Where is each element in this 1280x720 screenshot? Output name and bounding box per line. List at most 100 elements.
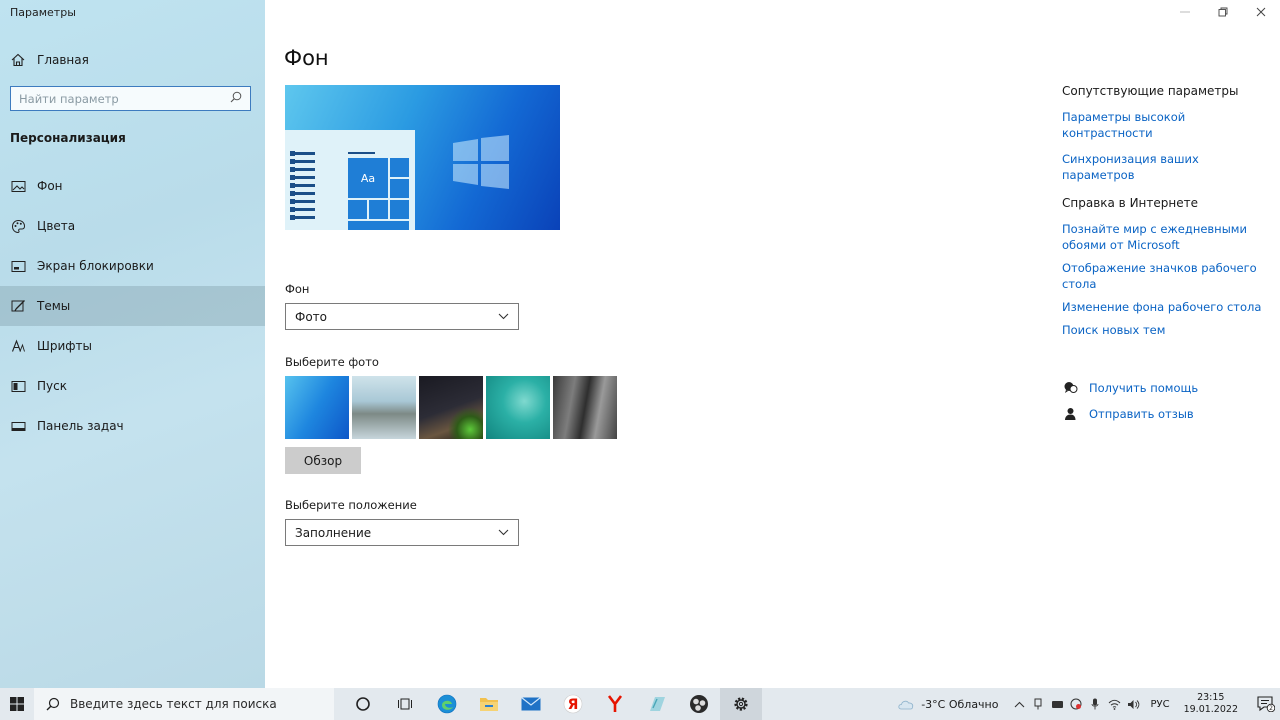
page-title: Фон	[284, 46, 329, 70]
system-tray: -3°C Облачно РУС 23:15 19.01.2022 2	[897, 688, 1280, 720]
section-title: Персонализация	[10, 131, 126, 145]
taskbar-search[interactable]	[34, 688, 334, 720]
sidebar-item-fonts[interactable]: Шрифты	[0, 326, 265, 366]
window-controls	[1166, 0, 1280, 24]
obs-app[interactable]	[678, 688, 720, 720]
sidebar-item-themes[interactable]: Темы	[0, 286, 265, 326]
palette-icon	[10, 218, 26, 234]
chat-help-icon	[1062, 380, 1078, 396]
photo-thumbnail[interactable]	[285, 376, 349, 439]
sidebar-item-lock-screen[interactable]: Экран блокировки	[0, 246, 265, 286]
sidebar-item-label: Панель задач	[37, 419, 124, 433]
sidebar-item-label: Пуск	[37, 379, 67, 393]
camera-icon[interactable]	[1050, 697, 1064, 711]
get-help-row[interactable]: Получить помощь	[1062, 380, 1198, 396]
background-preview: Aa	[285, 85, 560, 230]
sidebar-item-background[interactable]: Фон	[0, 166, 265, 206]
sidebar-item-home[interactable]: Главная	[0, 48, 265, 72]
notification-icon: 2	[1257, 696, 1275, 712]
sidebar-item-colors[interactable]: Цвета	[0, 206, 265, 246]
background-type-select[interactable]: Фото	[285, 303, 519, 330]
edge-icon	[437, 694, 457, 714]
sidebar-nav: Фон Цвета Экран блокировки Темы Шрифты П…	[0, 166, 265, 446]
clock[interactable]: 23:15 19.01.2022	[1184, 692, 1238, 716]
security-icon[interactable]	[1069, 697, 1083, 711]
settings-app[interactable]	[720, 688, 762, 720]
notes-app[interactable]	[636, 688, 678, 720]
cloud-icon	[898, 700, 914, 710]
yandex-browser-app[interactable]: Я	[552, 688, 594, 720]
preview-tiles: Aa	[348, 158, 411, 230]
photo-thumbnail[interactable]	[419, 376, 483, 439]
task-view-icon	[398, 698, 412, 710]
clock-time: 23:15	[1197, 692, 1225, 703]
chevron-down-icon	[497, 527, 509, 539]
new-themes-link[interactable]: Поиск новых тем	[1062, 322, 1272, 338]
image-icon	[10, 178, 26, 194]
preview-tile-text: Aa	[348, 158, 388, 198]
feedback-link[interactable]: Отправить отзыв	[1089, 407, 1194, 421]
sidebar-item-start[interactable]: Пуск	[0, 366, 265, 406]
gear-icon	[734, 697, 748, 711]
get-help-link[interactable]: Получить помощь	[1089, 381, 1198, 395]
desktop-icons-link[interactable]: Отображение значков рабочего стола	[1062, 260, 1272, 292]
feedback-row[interactable]: Отправить отзыв	[1062, 406, 1194, 422]
action-center-button[interactable]: 2	[1252, 696, 1280, 712]
minimize-button[interactable]	[1166, 0, 1204, 24]
search-icon[interactable]	[230, 91, 242, 106]
volume-icon[interactable]	[1126, 697, 1140, 711]
sidebar-item-label: Фон	[37, 179, 63, 193]
photo-thumbnail[interactable]	[553, 376, 617, 439]
sidebar-item-label: Экран блокировки	[37, 259, 154, 273]
microphone-icon[interactable]	[1088, 697, 1102, 711]
browse-button[interactable]: Обзор	[285, 447, 361, 474]
clock-date: 19.01.2022	[1183, 704, 1238, 715]
fit-position-select[interactable]: Заполнение	[285, 519, 519, 546]
folder-icon	[480, 698, 498, 711]
preview-window: Aa	[285, 130, 415, 230]
language-indicator[interactable]: РУС	[1150, 699, 1169, 710]
close-button[interactable]	[1242, 0, 1280, 24]
feedback-icon	[1062, 406, 1078, 422]
weather-widget[interactable]: -3°C Облачно	[897, 698, 998, 711]
home-icon	[10, 52, 26, 68]
sidebar-item-taskbar[interactable]: Панель задач	[0, 406, 265, 446]
web-help: Справка в Интернете Познайте мир с ежедн…	[1062, 196, 1272, 345]
notes-icon	[650, 697, 665, 711]
obs-icon	[690, 695, 708, 713]
change-background-link[interactable]: Изменение фона рабочего стола	[1062, 299, 1272, 315]
mail-icon	[521, 697, 541, 711]
yandex-app[interactable]	[594, 688, 636, 720]
taskbar-search-input[interactable]	[70, 697, 310, 711]
file-explorer-app[interactable]	[468, 688, 510, 720]
svg-text:Я: Я	[568, 697, 579, 713]
start-button[interactable]	[0, 688, 34, 720]
choose-photo-label: Выберите фото	[285, 355, 379, 369]
mail-app[interactable]	[510, 688, 552, 720]
yandex-browser-icon: Я	[563, 694, 583, 714]
sync-settings-link[interactable]: Синхронизация ваших параметров	[1062, 151, 1272, 183]
cortana-icon	[356, 697, 370, 711]
web-help-title: Справка в Интернете	[1062, 196, 1198, 210]
high-contrast-link[interactable]: Параметры высокой контрастности	[1062, 109, 1272, 141]
settings-search[interactable]	[10, 86, 251, 111]
search-icon	[46, 697, 60, 711]
edge-app[interactable]	[426, 688, 468, 720]
taskbar: Я -3°C Облачно РУС 23:1	[0, 688, 1280, 720]
search-input[interactable]	[19, 91, 230, 106]
photo-thumbnail[interactable]	[486, 376, 550, 439]
task-view-button[interactable]	[384, 688, 426, 720]
daily-wallpapers-link[interactable]: Познайте мир с ежедневными обоями от Mic…	[1062, 221, 1272, 253]
photo-thumbnail[interactable]	[352, 376, 416, 439]
sidebar-item-label: Главная	[37, 53, 89, 67]
maximize-button[interactable]	[1204, 0, 1242, 24]
sidebar-item-label: Шрифты	[37, 339, 92, 353]
wifi-icon[interactable]	[1107, 697, 1121, 711]
taskbar-icon	[10, 418, 26, 434]
usb-icon[interactable]	[1031, 697, 1045, 711]
weather-text: -3°C Облачно	[921, 697, 999, 711]
chevron-up-icon[interactable]	[1012, 697, 1026, 711]
cortana-button[interactable]	[342, 688, 384, 720]
main-content: Фон Aa Фон Фото Выберите фото Обзор Выбе…	[265, 0, 1280, 688]
window-title: Параметры	[10, 6, 76, 19]
